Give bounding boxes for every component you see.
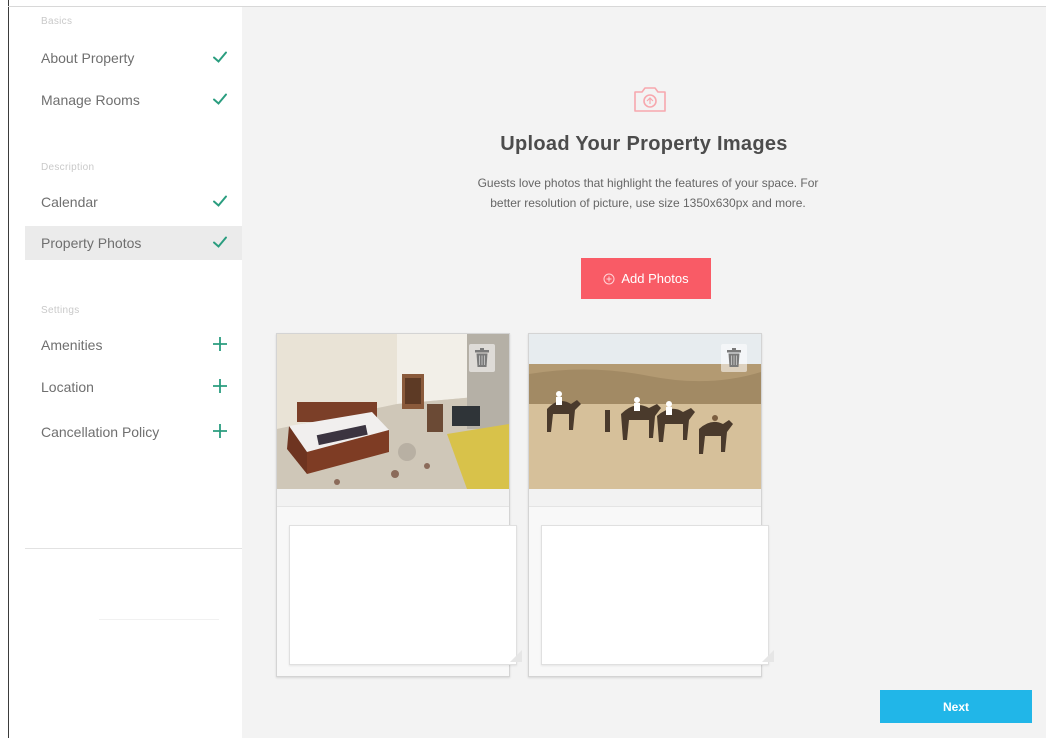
sidebar-item-label: Property Photos <box>41 235 142 251</box>
sidebar-item-label: Calendar <box>41 194 98 210</box>
sidebar-item-location[interactable]: Location <box>25 370 242 404</box>
upload-instructions-line: Guests love photos that highlight the fe… <box>477 176 819 190</box>
sidebar-item-label: Amenities <box>41 337 103 353</box>
main-content: Upload Your Property Images Guests love … <box>242 7 1046 738</box>
photo-caption-band <box>529 489 761 507</box>
sidebar-item-about-property[interactable]: About Property <box>25 41 242 75</box>
next-button[interactable]: Next <box>880 690 1032 723</box>
upload-instructions: Guests love photos that highlight the fe… <box>414 173 882 213</box>
sidebar-item-cancellation-policy[interactable]: Cancellation Policy <box>25 415 242 449</box>
plus-icon <box>213 337 227 351</box>
sidebar-divider <box>99 619 219 620</box>
photo-caption-field[interactable] <box>289 525 522 665</box>
sidebar-item-label: Cancellation Policy <box>41 424 160 440</box>
sidebar-divider <box>25 548 242 549</box>
add-photos-label: Add Photos <box>621 271 689 286</box>
photo-caption-field[interactable] <box>541 525 774 665</box>
sidebar-item-property-photos[interactable]: Property Photos <box>25 226 242 260</box>
section-label-settings: Settings <box>41 305 80 316</box>
check-icon <box>213 195 227 207</box>
check-icon <box>213 236 227 248</box>
sidebar-item-amenities[interactable]: Amenities <box>25 328 242 362</box>
photo-card <box>528 333 774 677</box>
page-title: Upload Your Property Images <box>500 133 788 155</box>
photo-thumbnail-camels[interactable] <box>529 334 761 489</box>
photo-card <box>276 333 522 677</box>
section-label-basics: Basics <box>41 16 73 27</box>
plus-icon <box>213 379 227 393</box>
trash-icon <box>475 348 489 367</box>
sidebar-item-label: Manage Rooms <box>41 92 140 108</box>
sidebar-item-calendar[interactable]: Calendar <box>25 185 242 219</box>
sidebar-item-manage-rooms[interactable]: Manage Rooms <box>25 83 242 117</box>
sidebar-item-label: Location <box>41 379 94 395</box>
check-icon <box>213 51 227 63</box>
photo-thumbnail-bedroom[interactable] <box>277 334 509 489</box>
upload-instructions-line: better resolution of picture, use size 1… <box>490 196 806 210</box>
trash-icon <box>727 348 741 367</box>
add-circle-icon <box>603 273 615 284</box>
photo-caption-band <box>277 489 509 507</box>
delete-photo-button[interactable] <box>469 344 495 372</box>
delete-photo-button[interactable] <box>721 344 747 372</box>
sidebar: Basics About Property Manage Rooms Descr… <box>9 7 242 738</box>
add-photos-button[interactable]: Add Photos <box>581 258 711 299</box>
resize-corner-icon <box>510 650 522 662</box>
plus-icon <box>213 424 227 438</box>
check-icon <box>213 93 227 105</box>
section-label-description: Description <box>41 162 95 173</box>
sidebar-item-label: About Property <box>41 50 135 66</box>
resize-corner-icon <box>762 650 774 662</box>
camera-icon <box>634 87 666 112</box>
